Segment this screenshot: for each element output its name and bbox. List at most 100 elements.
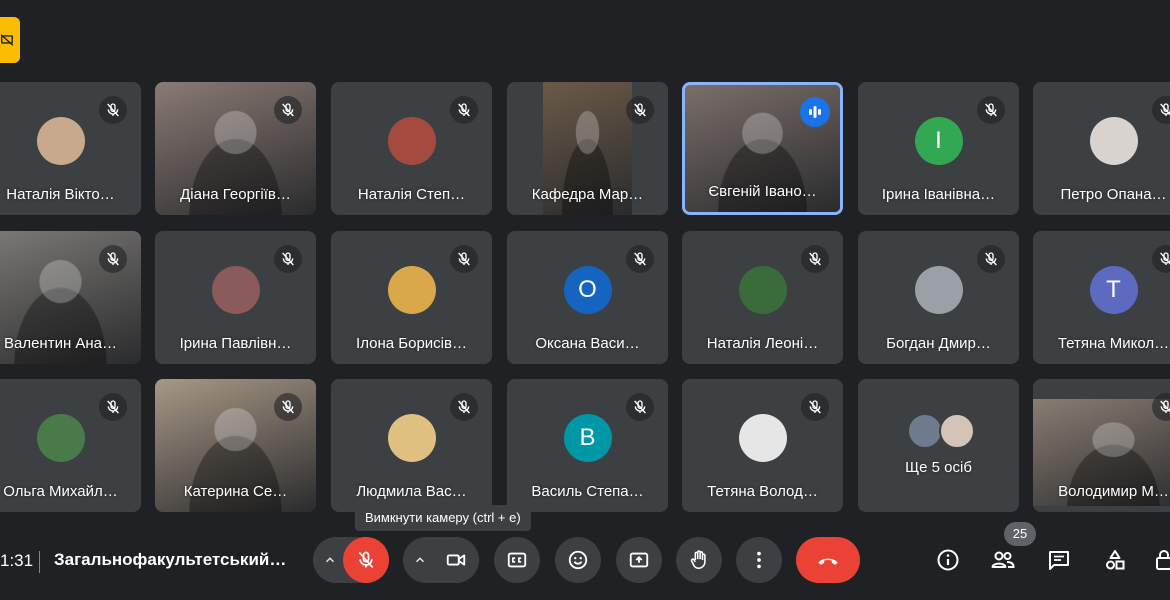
mic-off-icon <box>99 245 127 273</box>
participant-avatar <box>387 116 436 165</box>
participant-tile[interactable]: І Ірина Іванівна… <box>858 82 1019 215</box>
reactions-button[interactable] <box>555 537 601 583</box>
mic-off-icon <box>99 393 127 421</box>
participant-avatar <box>938 413 975 449</box>
participant-tile[interactable]: Кафедра Мар… <box>507 82 668 215</box>
participant-tile[interactable]: Тетяна Волод… <box>682 379 843 512</box>
participant-avatar <box>211 265 260 314</box>
mic-off-icon <box>626 245 654 273</box>
emoji-icon <box>567 549 589 571</box>
activities-button[interactable] <box>1098 543 1132 577</box>
shapes-icon <box>1103 548 1127 572</box>
participant-name: Кафедра Мар… <box>531 186 644 203</box>
participant-tile[interactable]: В Василь Степа… <box>507 379 668 512</box>
participant-name: Людмила Вас… <box>356 483 467 500</box>
participant-name: Ілона Борисів… <box>356 335 467 352</box>
participant-avatar <box>1089 116 1138 165</box>
chevron-up-icon <box>326 557 334 563</box>
participant-name: Наталія Леоні… <box>706 335 819 352</box>
participant-tile[interactable]: Катерина Се… <box>155 379 316 512</box>
participant-avatar <box>738 265 787 314</box>
participant-name: Петро Опана… <box>1060 186 1167 203</box>
mic-off-icon <box>626 393 654 421</box>
participant-tile[interactable]: Володимир М… <box>1033 379 1170 512</box>
participant-tile[interactable]: Ілона Борисів… <box>331 231 492 364</box>
participant-avatar: В <box>563 413 612 462</box>
participant-avatar: Т <box>1089 265 1138 314</box>
participant-tile[interactable]: Ольга Михайл… <box>0 379 141 512</box>
closed-captions-icon <box>506 549 528 571</box>
more-participants-tile[interactable]: Ще 5 осіб <box>858 379 1019 512</box>
people-icon <box>990 548 1016 572</box>
participant-name: Тетяна Микол… <box>1057 335 1170 352</box>
participant-avatar <box>914 265 963 314</box>
participant-name: Наталія Вікто… <box>6 186 115 203</box>
mic-off-icon <box>977 96 1005 124</box>
participant-name: Валентин Ана… <box>3 335 118 352</box>
participant-tile[interactable]: Наталія Леоні… <box>682 231 843 364</box>
participant-name: Василь Степа… <box>531 483 644 500</box>
mic-off-icon <box>274 245 302 273</box>
call-end-icon <box>815 547 841 573</box>
chat-icon <box>1047 548 1071 572</box>
participant-name: Богдан Дмир… <box>886 335 991 352</box>
participant-tile[interactable]: Валентин Ана… <box>0 231 141 364</box>
divider <box>39 551 40 573</box>
participant-tile[interactable]: Людмила Вас… <box>331 379 492 512</box>
host-controls-button[interactable] <box>1152 543 1170 577</box>
participant-avatar: О <box>563 265 612 314</box>
meeting-controls-bar: 1:31 Загальнофакультетський… 25 <box>0 522 1170 600</box>
participant-tile[interactable]: О Оксана Васи… <box>507 231 668 364</box>
microphone-toggle-button[interactable] <box>343 537 389 583</box>
present-to-all-icon <box>628 549 650 571</box>
mic-off-icon <box>450 96 478 124</box>
participant-avatar <box>387 265 436 314</box>
mic-off-icon <box>99 96 127 124</box>
participant-avatar <box>906 413 943 449</box>
raise-hand-button[interactable] <box>676 537 722 583</box>
captions-button[interactable] <box>494 537 540 583</box>
mic-off-icon <box>626 96 654 124</box>
participant-avatar <box>36 413 85 462</box>
video-options-button[interactable] <box>403 537 437 583</box>
participant-name: Ірина Павлівн… <box>179 335 292 352</box>
leave-call-button[interactable] <box>796 537 860 583</box>
mic-off-icon <box>1152 96 1170 124</box>
info-icon <box>936 548 960 572</box>
participant-tile[interactable]: Діана Георгіїв… <box>155 82 316 215</box>
participant-tile[interactable]: Богдан Дмир… <box>858 231 1019 364</box>
camera-tooltip: Вимкнути камеру (ctrl + e) <box>355 505 531 531</box>
participant-avatar <box>738 413 787 462</box>
participant-tile[interactable]: Наталія Вікто… <box>0 82 141 215</box>
participant-tile-active-speaker[interactable]: Євгеній Івано… <box>682 82 843 215</box>
more-participants-avatars <box>906 413 975 449</box>
participant-name: Володимир М… <box>1058 483 1169 500</box>
participant-tile[interactable]: Т Тетяна Микол… <box>1033 231 1170 364</box>
mic-off-icon <box>1152 245 1170 273</box>
chat-button[interactable] <box>1042 543 1076 577</box>
videocam-icon <box>445 549 467 571</box>
mic-off-icon <box>450 245 478 273</box>
chevron-up-icon <box>416 557 424 563</box>
mic-off-icon <box>977 245 1005 273</box>
participant-name: Наталія Степ… <box>357 186 466 203</box>
mic-off-icon <box>356 550 376 570</box>
people-button[interactable] <box>986 543 1020 577</box>
participant-name: Євгеній Івано… <box>708 183 817 200</box>
participant-avatar <box>36 116 85 165</box>
present-now-button[interactable] <box>616 537 662 583</box>
participant-tile[interactable]: Ірина Павлівн… <box>155 231 316 364</box>
participant-grid: Наталія Вікто… Діана Георгіїв… Наталія С… <box>0 0 1170 520</box>
participant-name: Оксана Васи… <box>535 335 640 352</box>
participant-tile[interactable]: Наталія Степ… <box>331 82 492 215</box>
mic-off-icon <box>801 393 829 421</box>
participant-name: Ірина Іванівна… <box>881 186 996 203</box>
participant-name: Катерина Се… <box>183 483 288 500</box>
more-options-button[interactable] <box>736 537 782 583</box>
more-vert-icon <box>748 549 770 571</box>
participant-name: Тетяна Волод… <box>707 483 818 500</box>
participant-tile[interactable]: Петро Опана… <box>1033 82 1170 215</box>
meeting-details-button[interactable] <box>931 543 965 577</box>
camera-toggle-button[interactable] <box>433 537 479 583</box>
audio-options-button[interactable] <box>313 537 347 583</box>
